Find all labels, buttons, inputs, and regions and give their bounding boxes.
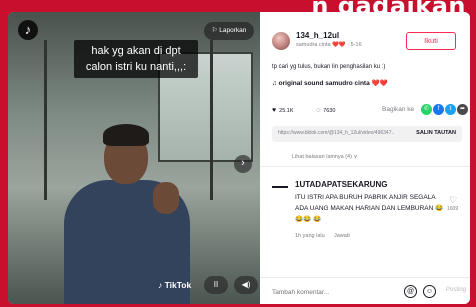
video-pole bbox=[210, 40, 213, 200]
link-box: https://www.tiktok.com/@134_h_12ul/video… bbox=[272, 126, 462, 142]
comment-icon: ◌ bbox=[316, 107, 321, 114]
view-more-replies[interactable]: Lihat balasan lainnya (4) ∨ bbox=[292, 154, 357, 160]
copy-link-button[interactable]: SALIN TAUTAN bbox=[416, 130, 456, 136]
comment-like-count: 1609 bbox=[447, 206, 459, 212]
video-player[interactable]: ♪ hak yg akan di dpt calon istri ku nant… bbox=[8, 12, 260, 304]
divider bbox=[260, 277, 470, 278]
video-caption: hak yg akan di dpt calon istri ku nanti,… bbox=[74, 40, 198, 78]
video-person-hair bbox=[103, 124, 149, 146]
comment-time: 1h yang lalu bbox=[295, 233, 325, 239]
avatar[interactable] bbox=[272, 32, 290, 50]
divider bbox=[260, 166, 470, 167]
report-button[interactable]: ⚐ Laporkan bbox=[204, 22, 254, 40]
comment-count-value: 7630 bbox=[323, 108, 336, 114]
follow-button[interactable]: Ikuti bbox=[406, 32, 456, 50]
caption-line-2: calon istri ku nanti,,,: bbox=[85, 61, 187, 73]
details-panel: 134_h_12ul samudra cinta ❤️❤️ · 5-16 Iku… bbox=[260, 12, 470, 304]
tiktok-logo-icon[interactable]: ♪ bbox=[18, 20, 38, 40]
pause-button[interactable]: II bbox=[204, 276, 228, 294]
like-count[interactable]: ♥ 25.1K bbox=[272, 107, 294, 114]
report-label: Laporkan bbox=[219, 27, 247, 34]
twitter-icon[interactable]: t bbox=[445, 104, 456, 115]
reply-button[interactable]: Jawab bbox=[334, 233, 350, 239]
heart-icon: ♥ bbox=[272, 107, 277, 114]
emoji-icon[interactable]: ☺ bbox=[423, 285, 436, 298]
tiktok-window: ♪ hak yg akan di dpt calon istri ku nant… bbox=[8, 12, 470, 304]
comment-count[interactable]: ◌ 7630 bbox=[316, 107, 335, 114]
post-description: tp cari yg tulus, bukan lin penghasilan … bbox=[272, 64, 386, 70]
caption-line-1: hak yg akan di dpt bbox=[91, 45, 181, 57]
mention-icon[interactable]: @ bbox=[404, 285, 417, 298]
post-comment-button[interactable]: Posting bbox=[446, 287, 466, 293]
comment-avatar[interactable] bbox=[272, 186, 288, 188]
tiktok-watermark: ♪ TikTok bbox=[158, 280, 192, 290]
sound-link[interactable]: ♫ original sound samudro cinta ❤️❤️ bbox=[272, 79, 388, 87]
video-link: https://www.tiktok.com/@134_h_12ul/video… bbox=[278, 130, 394, 136]
volume-button[interactable]: ◀) bbox=[234, 276, 258, 294]
comment-author[interactable]: 1UTADAPATSEKARUNG bbox=[295, 180, 387, 189]
more-share-icon[interactable]: ➦ bbox=[457, 104, 468, 115]
author-subtitle: samudra cinta ❤️❤️ · 5-16 bbox=[296, 42, 362, 48]
video-person-hand bbox=[153, 182, 179, 214]
author-username[interactable]: 134_h_12ul bbox=[296, 31, 339, 40]
whatsapp-icon[interactable]: ✆ bbox=[421, 104, 432, 115]
comment-input[interactable] bbox=[272, 284, 388, 300]
video-pole bbox=[44, 40, 47, 200]
heart-outline-icon[interactable]: ♡ bbox=[449, 195, 457, 206]
comment-text: ITU ISTRI APA BURUH PABRIK ANJIR SEGALA … bbox=[295, 194, 444, 223]
like-count-value: 25.1K bbox=[279, 108, 294, 114]
share-label: Bagikan ke bbox=[382, 106, 415, 113]
next-video-button[interactable]: › bbox=[234, 155, 252, 173]
facebook-icon[interactable]: f bbox=[433, 104, 444, 115]
